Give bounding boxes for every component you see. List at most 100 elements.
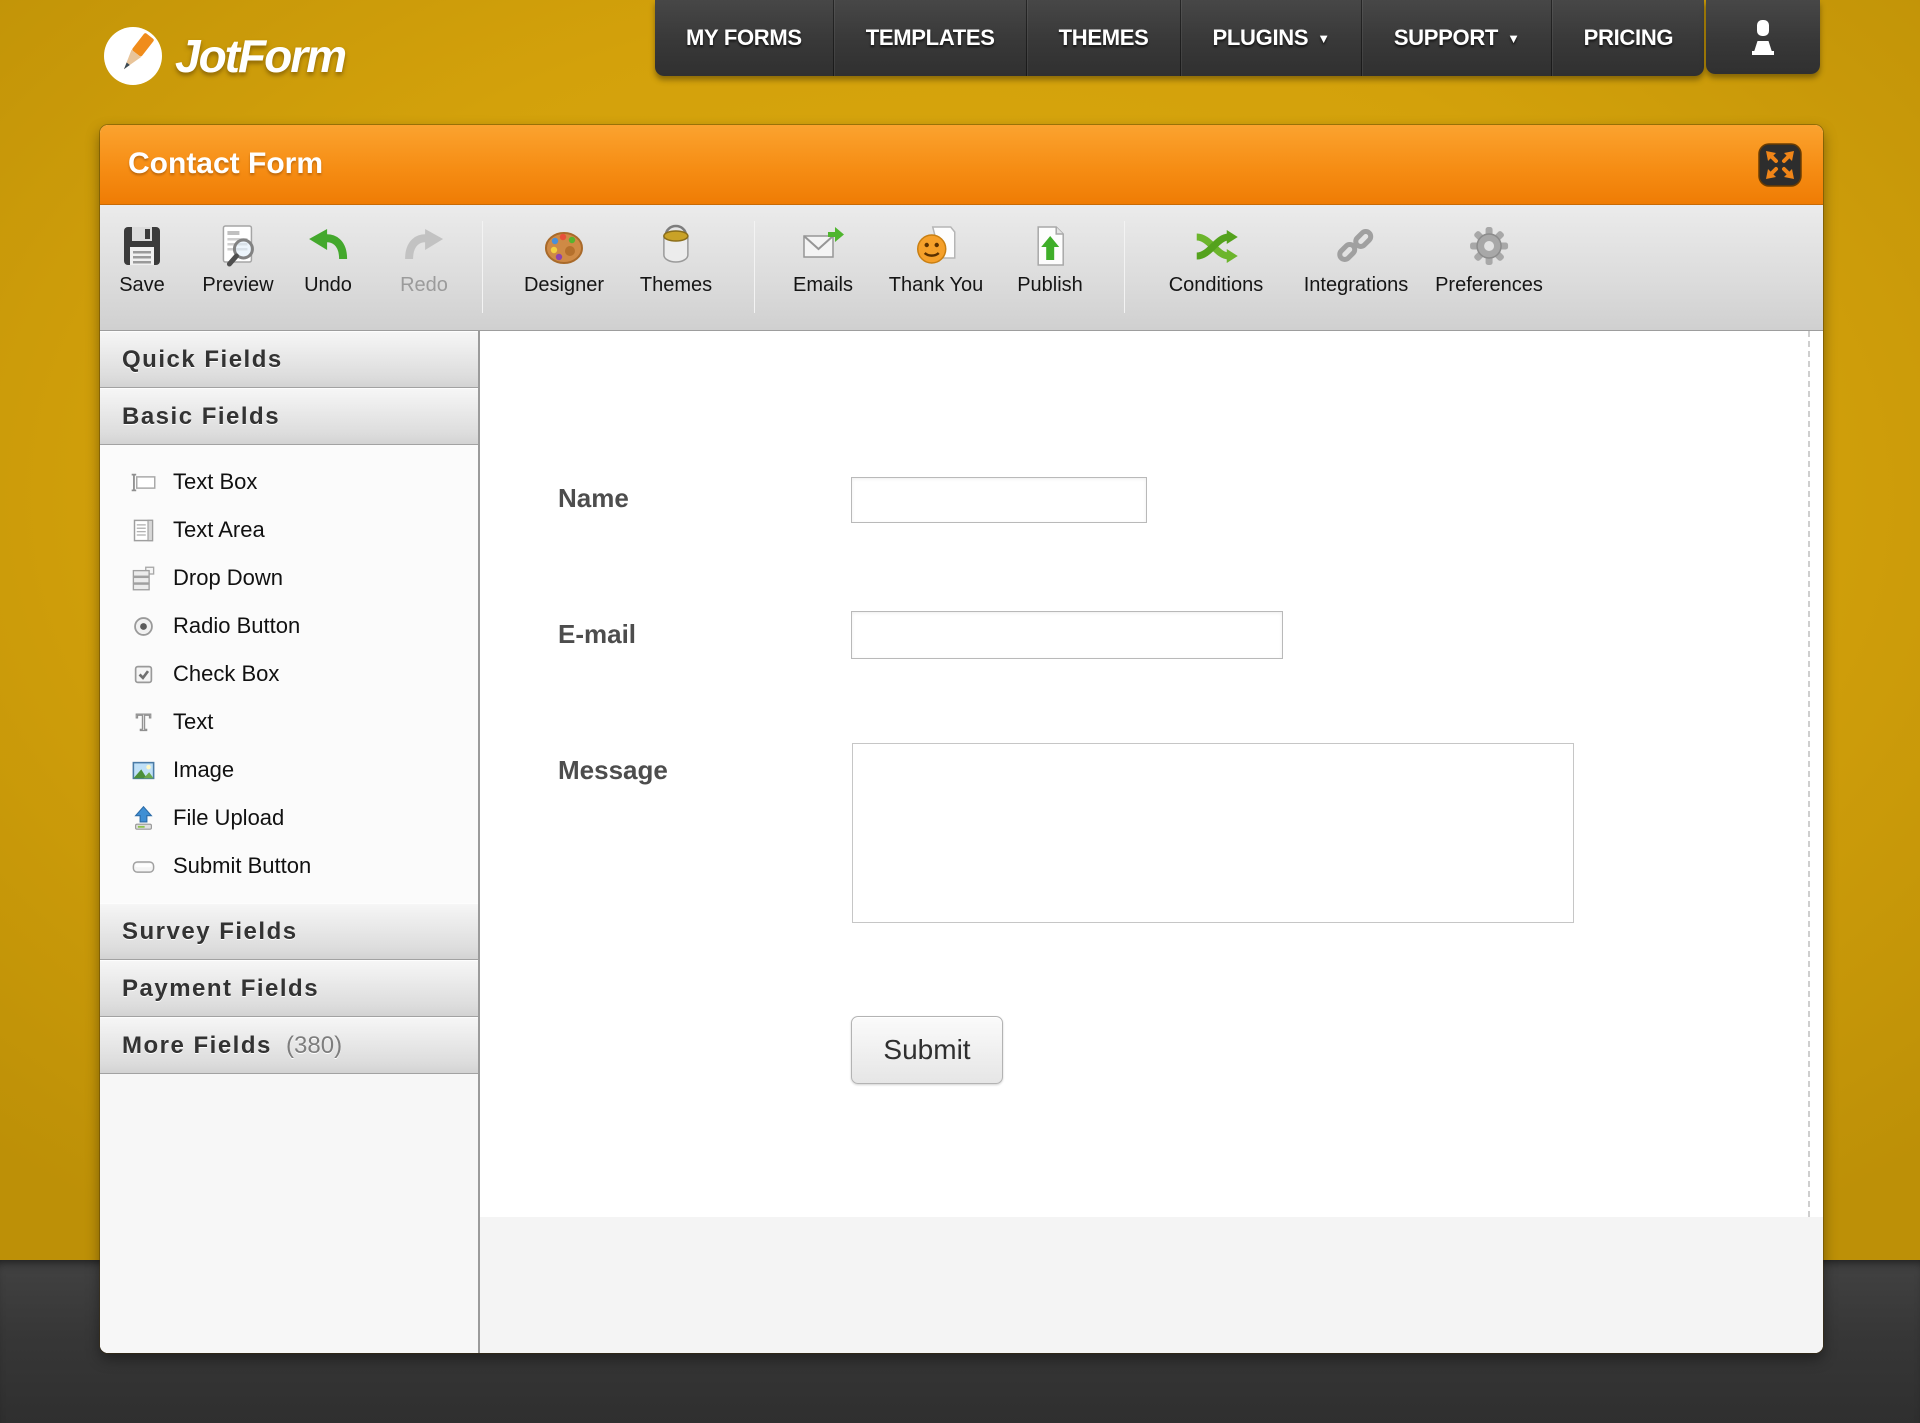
- expand-fullscreen-icon[interactable]: [1757, 142, 1803, 188]
- conditions-icon: [1193, 223, 1239, 269]
- fields-sidebar: Quick Fields Basic Fields Text Box: [100, 331, 480, 1353]
- toolbar-label: Emails: [793, 274, 853, 297]
- nav-support[interactable]: SUPPORT ▼: [1362, 0, 1552, 76]
- publish-button[interactable]: Publish: [1017, 223, 1083, 297]
- field-item-file-upload[interactable]: File Upload: [100, 794, 478, 842]
- nav-pricing[interactable]: PRICING: [1552, 0, 1705, 76]
- field-item-drop-down[interactable]: Drop Down: [100, 554, 478, 602]
- user-icon: [1741, 15, 1785, 59]
- toolbar-label: Preview: [202, 274, 273, 297]
- chevron-down-icon: ▼: [1317, 31, 1330, 46]
- nav-label: PLUGINS: [1213, 25, 1309, 51]
- field-item-label: Submit Button: [173, 853, 311, 879]
- themes-button[interactable]: Themes: [640, 223, 712, 297]
- toolbar-label: Save: [119, 274, 165, 297]
- toolbar-label: Undo: [304, 274, 352, 297]
- section-basic-fields[interactable]: Basic Fields: [100, 388, 478, 445]
- themes-icon: [653, 223, 699, 269]
- toolbar-label: Publish: [1017, 274, 1083, 297]
- toolbar-label: Integrations: [1304, 274, 1409, 297]
- form-preview-area: Name E-mail Message Submit: [480, 331, 1823, 1217]
- form-submit-button[interactable]: Submit: [851, 1016, 1003, 1084]
- image-icon: [130, 757, 157, 784]
- text-icon: T: [130, 709, 157, 736]
- section-survey-fields[interactable]: Survey Fields: [100, 903, 478, 960]
- account-menu-button[interactable]: [1706, 0, 1820, 74]
- redo-button[interactable]: Redo: [400, 223, 448, 297]
- field-item-label: Check Box: [173, 661, 279, 687]
- field-item-text-area[interactable]: Text Area: [100, 506, 478, 554]
- toolbar-label: Redo: [400, 274, 448, 297]
- nav-my-forms[interactable]: MY FORMS: [655, 0, 834, 76]
- nav-plugins[interactable]: PLUGINS ▼: [1181, 0, 1362, 76]
- section-quick-fields[interactable]: Quick Fields: [100, 331, 478, 388]
- undo-button[interactable]: Undo: [304, 223, 352, 297]
- message-field-label: Message: [558, 755, 668, 786]
- conditions-button[interactable]: Conditions: [1169, 223, 1264, 297]
- field-item-radio-button[interactable]: Radio Button: [100, 602, 478, 650]
- form-title-bar: Contact Form: [100, 125, 1823, 205]
- section-more-fields[interactable]: More Fields (380): [100, 1017, 478, 1074]
- message-textarea[interactable]: [852, 743, 1574, 923]
- designer-button[interactable]: Designer: [524, 223, 604, 297]
- text-box-icon: [130, 469, 157, 496]
- nav-themes[interactable]: THEMES: [1027, 0, 1181, 76]
- toolbar-label: Conditions: [1169, 274, 1264, 297]
- save-icon: [119, 223, 165, 269]
- integrations-button[interactable]: Integrations: [1304, 223, 1409, 297]
- field-item-check-box[interactable]: Check Box: [100, 650, 478, 698]
- field-item-label: Text: [173, 709, 213, 735]
- field-item-label: Radio Button: [173, 613, 300, 639]
- form-canvas: Name E-mail Message Submit: [480, 331, 1823, 1353]
- chevron-down-icon: ▼: [1507, 31, 1520, 46]
- toolbar-divider: [482, 221, 483, 313]
- name-input[interactable]: [851, 477, 1147, 523]
- field-item-label: Image: [173, 757, 234, 783]
- thank-you-icon: [913, 223, 959, 269]
- jotform-pencil-icon: [103, 26, 163, 86]
- preview-icon: [215, 223, 261, 269]
- section-payment-fields[interactable]: Payment Fields: [100, 960, 478, 1017]
- jotform-logo[interactable]: JotForm: [103, 24, 345, 88]
- drop-down-icon: [130, 565, 157, 592]
- more-fields-count: (380): [286, 1032, 342, 1059]
- nav-label: TEMPLATES: [866, 25, 995, 51]
- toolbar-label: Preferences: [1435, 274, 1543, 297]
- undo-icon: [305, 223, 351, 269]
- section-label: Basic Fields: [122, 403, 280, 430]
- emails-button[interactable]: Emails: [793, 223, 853, 297]
- field-item-text[interactable]: T Text: [100, 698, 478, 746]
- emails-icon: [800, 223, 846, 269]
- basic-fields-list: Text Box Text Area: [100, 445, 478, 903]
- section-label: More Fields: [122, 1032, 272, 1059]
- logo-text: JotForm: [175, 29, 345, 83]
- redo-icon: [401, 223, 447, 269]
- field-item-label: Drop Down: [173, 565, 283, 591]
- preferences-icon: [1466, 223, 1512, 269]
- nav-label: PRICING: [1584, 25, 1674, 51]
- text-area-icon: [130, 517, 157, 544]
- submit-button-icon: [130, 853, 157, 880]
- toolbar-divider: [1124, 221, 1125, 313]
- field-item-submit-button[interactable]: Submit Button: [100, 842, 478, 890]
- section-label: Quick Fields: [122, 346, 283, 373]
- preferences-button[interactable]: Preferences: [1435, 223, 1543, 297]
- builder-content: Quick Fields Basic Fields Text Box: [100, 331, 1823, 1353]
- file-upload-icon: [130, 805, 157, 832]
- top-navigation: MY FORMS TEMPLATES THEMES PLUGINS ▼ SUPP…: [655, 0, 1704, 76]
- sidebar-filler: [100, 1074, 478, 1353]
- email-input[interactable]: [851, 611, 1283, 659]
- nav-label: THEMES: [1059, 25, 1149, 51]
- thank-you-button[interactable]: Thank You: [889, 223, 984, 297]
- section-label: Payment Fields: [122, 975, 319, 1002]
- form-title: Contact Form: [128, 125, 323, 203]
- field-item-label: Text Box: [173, 469, 257, 495]
- field-item-image[interactable]: Image: [100, 746, 478, 794]
- preview-button[interactable]: Preview: [202, 223, 273, 297]
- field-item-text-box[interactable]: Text Box: [100, 458, 478, 506]
- save-button[interactable]: Save: [119, 223, 165, 297]
- field-item-label: Text Area: [173, 517, 265, 543]
- name-field-label: Name: [558, 483, 629, 514]
- nav-templates[interactable]: TEMPLATES: [834, 0, 1027, 76]
- check-box-icon: [130, 661, 157, 688]
